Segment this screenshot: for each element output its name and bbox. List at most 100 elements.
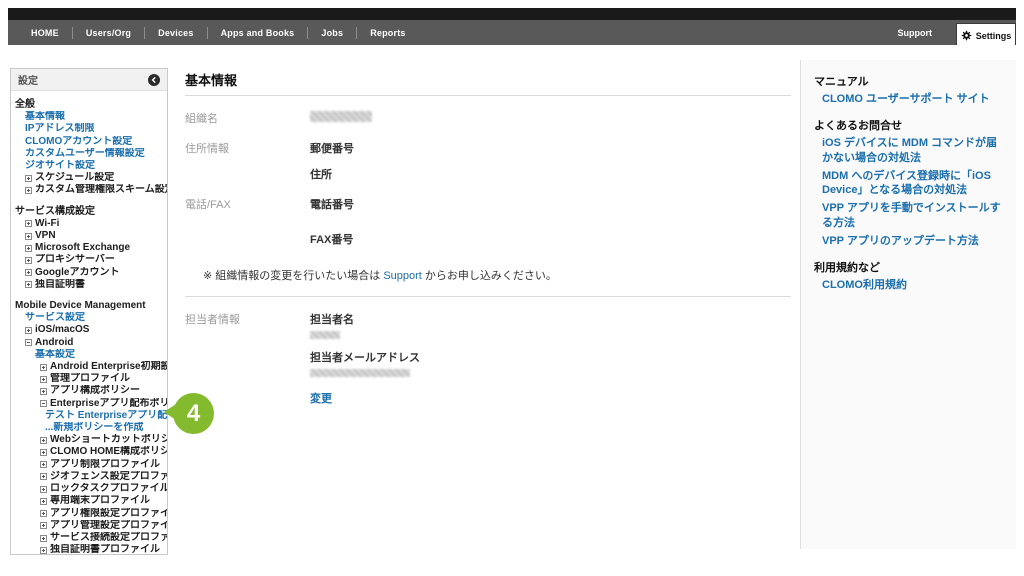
- sidebar-item[interactable]: Microsoft Exchange: [11, 242, 167, 254]
- sidebar-item-label: テスト Enterpriseアプリ配布..: [45, 409, 167, 421]
- change-link[interactable]: 変更: [310, 390, 332, 406]
- tree-expand-icon[interactable]: [40, 497, 47, 505]
- sidebar-item[interactable]: ジオサイト設定: [11, 160, 167, 172]
- sidebar-item-label: 基本設定: [35, 348, 75, 360]
- tree-expand-icon[interactable]: [25, 244, 32, 252]
- sidebar-item-label: ...新規ポリシーを作成: [45, 422, 144, 434]
- sidebar-item[interactable]: ジオフェンス設定プロファイル: [11, 471, 167, 483]
- help-link[interactable]: VPP アプリを手動でインストールする方法: [814, 201, 1006, 231]
- sidebar-item[interactable]: アプリ管理設定プロファイル: [11, 520, 167, 532]
- zip-label: 郵便番号: [310, 143, 354, 155]
- sidebar-item[interactable]: CLOMO HOME構成ポリシー: [11, 446, 167, 458]
- sidebar-item[interactable]: Enterpriseアプリ配布ポリシー: [11, 398, 167, 410]
- help-section-title: よくあるお問合せ: [814, 119, 902, 132]
- sidebar-item[interactable]: プロキシサーバー: [11, 254, 167, 266]
- sidebar-group-header: Mobile Device Management: [15, 300, 146, 312]
- help-panel: マニュアル CLOMO ユーザーサポート サイトよくあるお問合せ iOS デバイスに…: [800, 60, 1016, 549]
- sidebar-item[interactable]: CLOMOアカウント設定: [11, 136, 167, 148]
- tree-expand-icon[interactable]: [40, 546, 47, 554]
- sidebar-item[interactable]: ロックタスクプロファイル: [11, 483, 167, 495]
- nav-tab-users-org[interactable]: Users/Org: [73, 20, 144, 45]
- tree-expand-icon[interactable]: [25, 187, 32, 195]
- sidebar-item[interactable]: 管理プロファイル: [11, 373, 167, 385]
- help-link[interactable]: VPP アプリのアップデート方法: [814, 234, 1006, 249]
- support-link[interactable]: Support: [383, 270, 422, 282]
- sidebar-collapse-icon[interactable]: [148, 73, 160, 86]
- nav-tab-devices[interactable]: Devices: [145, 20, 206, 45]
- sidebar-item[interactable]: テスト Enterpriseアプリ配布..: [11, 410, 167, 422]
- tree-expand-icon[interactable]: [40, 485, 47, 493]
- tree-expand-icon[interactable]: [25, 339, 32, 347]
- tree-expand-icon[interactable]: [40, 510, 47, 518]
- sidebar-item-label: iOS/macOS: [35, 324, 90, 336]
- sidebar-item-label: プロキシサーバー: [35, 254, 115, 266]
- tree-expand-icon[interactable]: [25, 220, 32, 228]
- help-section: マニュアル CLOMO ユーザーサポート サイト: [814, 73, 1006, 107]
- sidebar-item[interactable]: 独自証明書プロファイル: [11, 544, 167, 554]
- sidebar-item[interactable]: 基本情報: [11, 111, 167, 123]
- tree-expand-icon[interactable]: [40, 388, 47, 396]
- sidebar-item[interactable]: スケジュール設定: [11, 172, 167, 184]
- tree-expand-icon[interactable]: [25, 232, 32, 240]
- nav-tab-apps-and-books[interactable]: Apps and Books: [208, 20, 308, 45]
- tree-expand-icon[interactable]: [25, 281, 32, 289]
- sidebar-item[interactable]: サービス接続設定プロファイル: [11, 532, 167, 544]
- tree-expand-icon[interactable]: [25, 174, 32, 182]
- tree-expand-icon[interactable]: [40, 436, 47, 444]
- window-titlebar: [8, 8, 1016, 20]
- sidebar-tree: 全般 基本情報 IPアドレス制限 CLOMOアカウント設定 カスタムユーザー情報設定 ジオ…: [11, 91, 167, 554]
- sidebar-item[interactable]: iOS/macOS: [11, 324, 167, 336]
- sidebar-item-label: IPアドレス制限: [25, 123, 95, 135]
- sidebar-item[interactable]: Webショートカットポリシー: [11, 434, 167, 446]
- tree-expand-icon[interactable]: [40, 375, 47, 383]
- tree-expand-icon[interactable]: [25, 327, 32, 335]
- tree-expand-icon[interactable]: [40, 449, 47, 457]
- settings-tab-label: Settings: [975, 30, 1012, 41]
- phone-fax-label: 電話/FAX: [185, 199, 231, 211]
- sidebar-item[interactable]: Android: [11, 337, 167, 349]
- help-section: よくあるお問合せ iOS デバイスに MDM コマンドが届かない場合の対処法 MDM…: [814, 117, 1006, 249]
- nav-tab-home[interactable]: HOME: [18, 20, 72, 45]
- sidebar-group-header: サービス構成設定: [15, 205, 95, 217]
- app-window: HOME Users/Org Devices Apps and Books Jobs Re…: [8, 8, 1016, 568]
- sidebar-item[interactable]: ...新規ポリシーを作成: [11, 422, 167, 434]
- sidebar-item[interactable]: Googleアカウント: [11, 267, 167, 279]
- sidebar-item[interactable]: サービス設定: [11, 312, 167, 324]
- support-tab[interactable]: Support: [898, 28, 933, 38]
- help-link[interactable]: CLOMO利用規約: [814, 278, 1006, 293]
- tree-expand-icon[interactable]: [40, 534, 47, 542]
- sidebar-item-label: カスタム管理権限スキーム設定: [35, 184, 167, 196]
- sidebar-item[interactable]: 専用端末プロファイル: [11, 495, 167, 507]
- sidebar-item[interactable]: 基本設定: [11, 349, 167, 361]
- sidebar-item-label: サービス設定: [25, 312, 85, 324]
- sidebar-item[interactable]: アプリ権限設定プロファイル: [11, 508, 167, 520]
- nav-tab-jobs[interactable]: Jobs: [308, 20, 356, 45]
- sidebar-item[interactable]: IPアドレス制限: [11, 123, 167, 135]
- sidebar-item[interactable]: アプリ制限プロファイル: [11, 459, 167, 471]
- sidebar-item-label: 基本情報: [25, 111, 65, 123]
- tree-expand-icon[interactable]: [40, 522, 47, 530]
- tree-expand-icon[interactable]: [40, 461, 47, 469]
- tree-expand-icon[interactable]: [25, 269, 32, 277]
- help-link[interactable]: MDM へのデバイス登録時に「iOS Device」となる場合の対処法: [814, 169, 1006, 199]
- org-info-grid: 組織名 住所情報 郵便番号 住所 電話/FAX 電話番号 FAX番号: [185, 96, 791, 247]
- sidebar-item-label: Android: [35, 336, 74, 348]
- sidebar-item[interactable]: アプリ構成ポリシー: [11, 385, 167, 397]
- tree-expand-icon[interactable]: [40, 400, 47, 408]
- nav-right: Support Settings: [898, 20, 1016, 49]
- tree-expand-icon[interactable]: [25, 257, 32, 265]
- sidebar-item[interactable]: Android Enterprise初期設定...: [11, 361, 167, 373]
- sidebar-group-header: 全般: [15, 99, 35, 110]
- tree-expand-icon[interactable]: [40, 363, 47, 371]
- sidebar-item[interactable]: Wi-Fi: [11, 218, 167, 230]
- help-link[interactable]: iOS デバイスに MDM コマンドが届かない場合の対処法: [814, 136, 1006, 166]
- redacted-org-name: [310, 111, 372, 122]
- sidebar-item[interactable]: カスタム管理権限スキーム設定: [11, 184, 167, 196]
- tree-expand-icon[interactable]: [40, 473, 47, 481]
- sidebar-item[interactable]: 独自証明書: [11, 279, 167, 291]
- nav-tab-reports[interactable]: Reports: [357, 20, 418, 45]
- sidebar-item[interactable]: カスタムユーザー情報設定: [11, 148, 167, 160]
- top-navbar: HOME Users/Org Devices Apps and Books Jobs Re…: [8, 20, 1016, 49]
- sidebar-item[interactable]: VPN: [11, 230, 167, 242]
- help-link[interactable]: CLOMO ユーザーサポート サイト: [814, 92, 1006, 107]
